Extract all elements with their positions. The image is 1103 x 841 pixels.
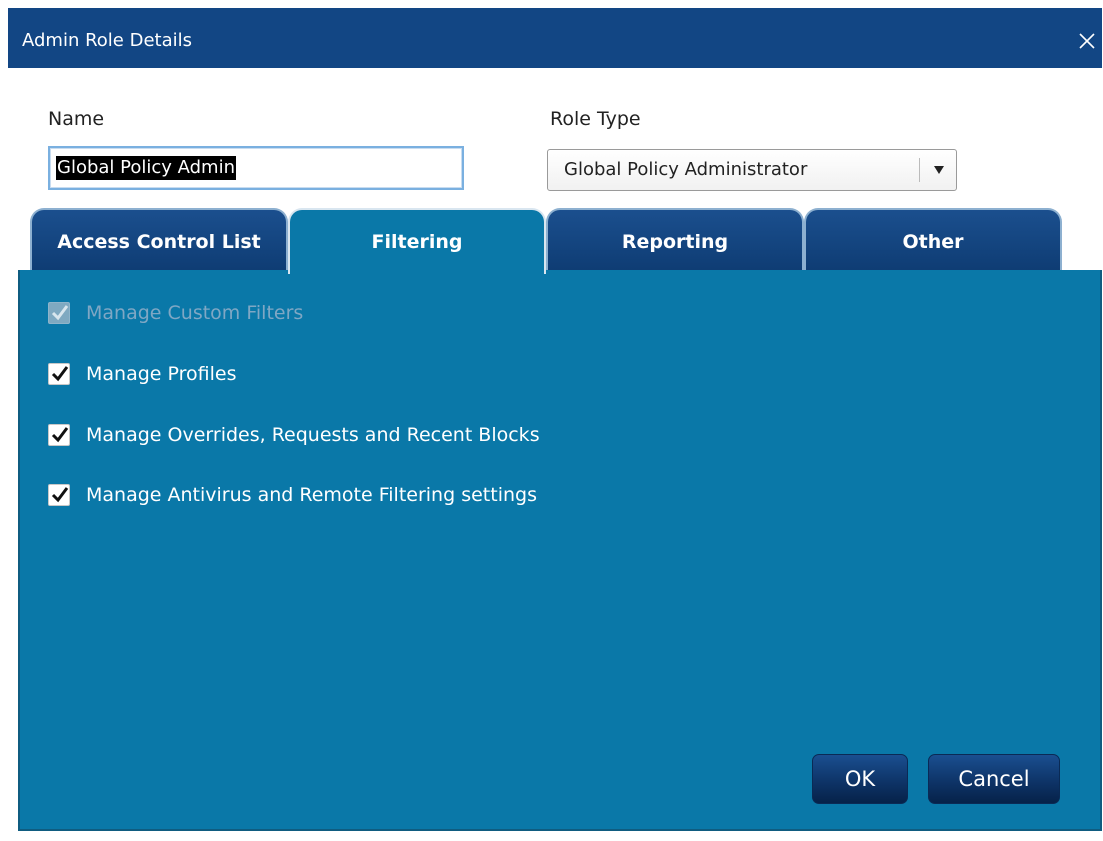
filtering-panel [18, 270, 1102, 831]
option-label: Manage Custom Filters [86, 302, 304, 324]
option-label: Manage Overrides, Requests and Recent Bl… [86, 424, 540, 446]
close-icon [1079, 33, 1095, 49]
tab-label: Access Control List [57, 231, 261, 253]
role-type-select[interactable]: Global Policy Administrator [547, 149, 957, 191]
tab-filtering[interactable]: Filtering [288, 208, 546, 274]
title-bar: Admin Role Details [8, 8, 1102, 68]
checkbox[interactable] [48, 424, 70, 446]
select-divider [919, 158, 920, 182]
tab-other[interactable]: Other [804, 208, 1062, 272]
ok-button[interactable]: OK [812, 754, 908, 804]
admin-role-details-dialog: Admin Role Details Name Global Policy Ad… [8, 8, 1102, 831]
tab-label: Filtering [371, 231, 463, 253]
tab-reporting[interactable]: Reporting [546, 208, 804, 272]
option-label: Manage Antivirus and Remote Filtering se… [86, 484, 537, 506]
dialog-title: Admin Role Details [22, 30, 192, 51]
role-type-label: Role Type [550, 108, 641, 130]
close-button[interactable] [1072, 26, 1102, 56]
checkmark-icon [51, 305, 69, 321]
checkbox[interactable] [48, 484, 70, 506]
role-type-value: Global Policy Administrator [564, 159, 808, 180]
name-label: Name [48, 108, 105, 130]
chevron-down-icon [934, 166, 944, 174]
checkmark-icon [51, 427, 69, 443]
tab-label: Reporting [621, 231, 729, 253]
checkmark-icon [51, 366, 69, 382]
tab-access-control-list[interactable]: Access Control List [30, 208, 288, 272]
cancel-button[interactable]: Cancel [928, 754, 1060, 804]
checkmark-icon [51, 487, 69, 503]
tab-label: Other [902, 231, 964, 253]
name-input-value: Global Policy Admin [56, 156, 237, 180]
checkbox[interactable] [48, 363, 70, 385]
name-input[interactable]: Global Policy Admin [48, 146, 464, 190]
option-label: Manage Profiles [86, 363, 237, 385]
checkbox [48, 302, 70, 324]
